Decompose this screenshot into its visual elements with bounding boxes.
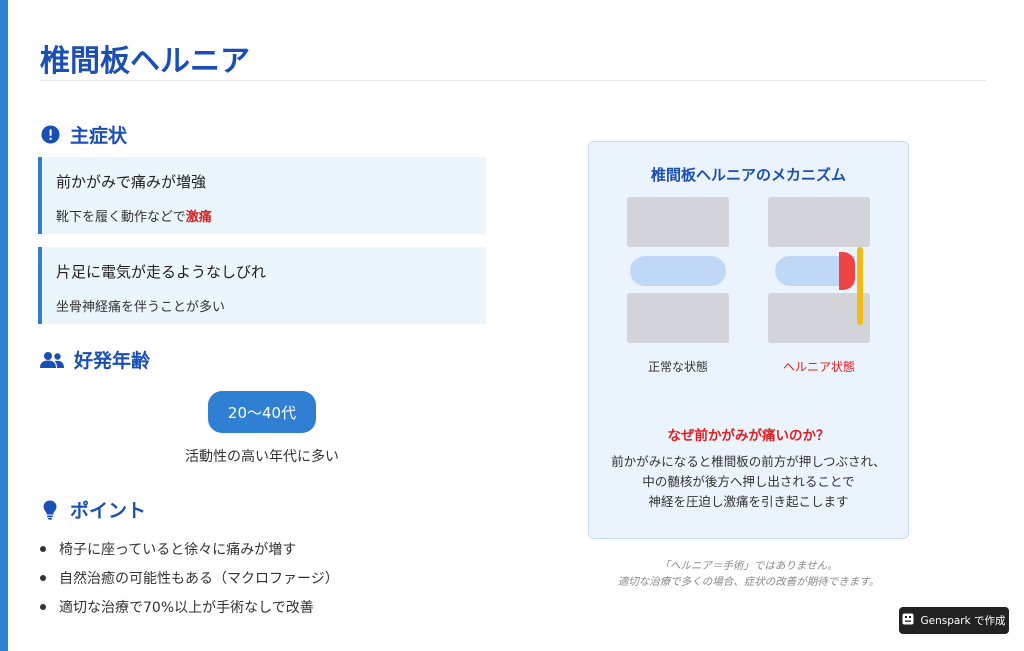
vertebra-lower-normal bbox=[627, 293, 729, 343]
footnote-line: 適切な治療で多くの場合、症状の改善が期待できます。 bbox=[617, 576, 880, 588]
disc-normal bbox=[630, 256, 726, 286]
list-item-text: 適切な治療で70%以上が手術なしで改善 bbox=[59, 599, 314, 616]
lightbulb-icon bbox=[40, 500, 60, 520]
list-item: 自然治癒の可能性もある（マクロファージ） bbox=[40, 563, 339, 592]
mechanism-title: 椎間板ヘルニアのメカニズム bbox=[650, 166, 846, 184]
vertebra-upper-normal bbox=[627, 197, 729, 247]
title-divider bbox=[40, 80, 986, 81]
points-heading-label: ポイント bbox=[70, 500, 147, 522]
exclamation-circle-icon bbox=[40, 125, 60, 145]
symptom-card: 片足に電気が走るようなしびれ 坐骨神経痛を伴うことが多い bbox=[38, 247, 486, 324]
list-item: 椅子に座っていると徐々に痛みが増す bbox=[40, 534, 339, 563]
symptom-card-title: 片足に電気が走るようなしびれ bbox=[56, 263, 267, 281]
list-item: 適切な治療で70%以上が手術なしで改善 bbox=[40, 592, 339, 621]
genspark-logo-icon bbox=[902, 613, 914, 628]
why-line: 神経を圧迫し激痛を引き起こします bbox=[648, 494, 849, 509]
page-title: 椎間板ヘルニア bbox=[40, 44, 250, 79]
points-heading: ポイント bbox=[40, 496, 146, 523]
symptoms-heading-label: 主症状 bbox=[70, 125, 128, 147]
normal-label: 正常な状態 bbox=[647, 360, 708, 374]
bullet-icon bbox=[40, 603, 46, 610]
bullet-icon bbox=[40, 574, 46, 581]
herniation-bulge bbox=[839, 252, 855, 290]
list-item-text: 自然治癒の可能性もある（マクロファージ） bbox=[59, 570, 339, 587]
users-icon bbox=[40, 350, 64, 370]
vertebra-upper-hernia bbox=[768, 197, 870, 247]
list-item-text: 椅子に座っていると徐々に痛みが増す bbox=[59, 541, 297, 558]
hernia-label: ヘルニア状態 bbox=[782, 360, 855, 374]
why-title: なぜ前かがみが痛いのか？ bbox=[667, 428, 830, 444]
why-line: 前かがみになると椎間板の前方が押しつぶされ、 bbox=[611, 454, 886, 469]
symptom-highlight: 激痛 bbox=[185, 210, 212, 225]
age-heading-label: 好発年齢 bbox=[74, 350, 151, 372]
footnote-line: 「ヘルニア＝手術」ではありません。 bbox=[659, 560, 838, 572]
symptom-card-sub-text: 坐骨神経痛を伴うことが多い bbox=[56, 300, 226, 315]
points-list: 椅子に座っていると徐々に痛みが増す 自然治癒の可能性もある（マクロファージ） 適… bbox=[40, 534, 339, 621]
why-line: 中の髄核が後方へ押し出されることで bbox=[642, 474, 855, 489]
symptoms-heading: 主症状 bbox=[40, 121, 127, 148]
footnote: 「ヘルニア＝手術」ではありません。 適切な治療で多くの場合、症状の改善が期待でき… bbox=[588, 558, 909, 590]
age-heading: 好発年齢 bbox=[40, 346, 150, 373]
symptom-card: 前かがみで痛みが増強 靴下を履く動作などで激痛 bbox=[38, 157, 486, 234]
accent-bar bbox=[0, 0, 8, 651]
symptom-card-title: 前かがみで痛みが増強 bbox=[56, 173, 207, 191]
vertebra-lower-hernia bbox=[768, 293, 870, 343]
bullet-icon bbox=[40, 545, 46, 552]
age-range-badge: 20〜40代 bbox=[208, 391, 316, 433]
symptom-card-sub-text: 靴下を履く動作などで bbox=[56, 210, 186, 225]
symptom-card-sub: 靴下を履く動作などで激痛 bbox=[56, 206, 472, 225]
genspark-badge[interactable]: Genspark で作成 bbox=[899, 607, 1009, 634]
age-note: 活動性の高い年代に多い bbox=[185, 449, 339, 465]
genspark-badge-label: Genspark で作成 bbox=[920, 615, 1006, 627]
mechanism-panel: 椎間板ヘルニアのメカニズム 正常な状態 ヘルニア状態 なぜ前かがみが痛いのか？ … bbox=[588, 141, 909, 539]
nerve-root bbox=[857, 247, 863, 325]
why-explanation: 前かがみになると椎間板の前方が押しつぶされ、 中の髄核が後方へ押し出されることで… bbox=[589, 452, 908, 512]
symptom-card-sub: 坐骨神経痛を伴うことが多い bbox=[56, 296, 472, 315]
